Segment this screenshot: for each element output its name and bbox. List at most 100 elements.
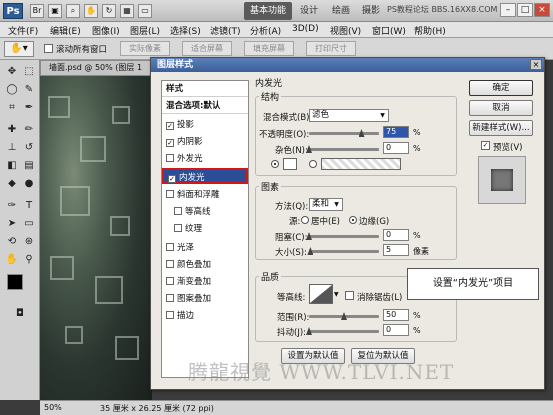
type-tool-icon[interactable]: T xyxy=(21,198,37,214)
clone-stamp-tool-icon[interactable]: ⊥ xyxy=(4,140,20,156)
jitter-slider[interactable] xyxy=(306,327,379,335)
print-size-button[interactable]: 打印尺寸 xyxy=(306,41,356,56)
preview-checkbox[interactable]: ✓ xyxy=(481,141,490,150)
blend-mode-select[interactable]: 滤色 ▼ xyxy=(309,109,389,122)
range-input[interactable]: 50 xyxy=(383,309,409,321)
workspace-tab-design[interactable]: 设计 xyxy=(294,2,324,20)
rotate-icon[interactable]: ↻ xyxy=(102,4,116,18)
zoom-icon[interactable]: ⌕ xyxy=(66,4,80,18)
dialog-close-icon[interactable]: × xyxy=(530,59,542,70)
blending-options-item[interactable]: 混合选项:默认 xyxy=(162,98,248,114)
technique-select[interactable]: 柔和 ▼ xyxy=(309,198,343,211)
cancel-button[interactable]: 取消 xyxy=(469,100,533,116)
checkbox-icon[interactable] xyxy=(166,154,174,162)
gradient-radio[interactable] xyxy=(309,160,317,168)
menu-file[interactable]: 文件(F) xyxy=(8,24,38,37)
minimize-icon[interactable]: – xyxy=(500,3,516,17)
menu-image[interactable]: 图像(I) xyxy=(92,24,120,37)
contour-picker[interactable] xyxy=(309,284,333,304)
chevron-down-icon[interactable]: ▼ xyxy=(334,291,339,298)
noise-slider[interactable] xyxy=(306,145,379,153)
checkbox-icon[interactable] xyxy=(166,243,174,251)
style-item-inner-glow[interactable]: ✓ 内发光 xyxy=(162,168,248,184)
menu-select[interactable]: 选择(S) xyxy=(170,24,201,37)
styles-header[interactable]: 样式 xyxy=(162,81,248,97)
zoom-tool-icon[interactable]: ⚲ xyxy=(21,252,37,268)
checkbox-icon[interactable] xyxy=(174,207,182,215)
menu-analysis[interactable]: 分析(A) xyxy=(250,24,281,37)
source-center-radio[interactable] xyxy=(301,216,309,224)
crop-tool-icon[interactable]: ⌗ xyxy=(4,100,20,116)
lasso-tool-icon[interactable]: ◯ xyxy=(4,82,20,98)
glow-color-swatch[interactable] xyxy=(283,158,297,170)
checkbox-icon[interactable] xyxy=(166,277,174,285)
healing-brush-tool-icon[interactable]: ✚ xyxy=(4,122,20,138)
style-item-contour[interactable]: 等高线 xyxy=(162,204,248,220)
arrange-icon[interactable]: ▦ xyxy=(120,4,134,18)
size-input[interactable]: 5 xyxy=(383,244,409,256)
3d-camera-tool-icon[interactable]: ⊛ xyxy=(21,234,37,250)
scroll-all-checkbox[interactable] xyxy=(44,44,53,53)
fit-screen-button[interactable]: 适合屏幕 xyxy=(182,41,232,56)
marquee-tool-icon[interactable]: ⬚ xyxy=(21,64,37,80)
glow-gradient-picker[interactable] xyxy=(321,158,401,170)
eyedropper-tool-icon[interactable]: ✒ xyxy=(21,100,37,116)
quick-mask-icon[interactable]: ◘ xyxy=(12,306,28,322)
history-brush-tool-icon[interactable]: ↺ xyxy=(21,140,37,156)
checkbox-icon[interactable] xyxy=(166,294,174,302)
opacity-slider[interactable] xyxy=(309,129,379,137)
range-slider[interactable] xyxy=(309,312,379,320)
style-item-inner-shadow[interactable]: ✓ 内阴影 xyxy=(162,134,248,150)
antialias-checkbox[interactable] xyxy=(345,291,354,300)
checkbox-icon[interactable]: ✓ xyxy=(166,122,174,130)
style-item-bevel-emboss[interactable]: 斜面和浮雕 xyxy=(162,187,248,203)
workspace-tab-photography[interactable]: 摄影 xyxy=(356,2,386,20)
hand-icon[interactable]: ✋ xyxy=(84,4,98,18)
3d-rotate-tool-icon[interactable]: ⟲ xyxy=(4,234,20,250)
hand-tool-icon[interactable]: ✋ xyxy=(4,252,20,268)
new-style-button[interactable]: 新建样式(W)... xyxy=(469,120,533,136)
checkbox-icon[interactable] xyxy=(166,260,174,268)
ok-button[interactable]: 确定 xyxy=(469,80,533,96)
checkbox-icon[interactable]: ✓ xyxy=(168,175,176,183)
jitter-input[interactable]: 0 xyxy=(383,324,409,336)
style-item-satin[interactable]: 光泽 xyxy=(162,240,248,256)
style-item-color-overlay[interactable]: 颜色叠加 xyxy=(162,257,248,273)
actual-pixels-button[interactable]: 实际像素 xyxy=(120,41,170,56)
checkbox-icon[interactable] xyxy=(166,190,174,198)
maximize-icon[interactable]: □ xyxy=(517,3,533,17)
menu-window[interactable]: 窗口(W) xyxy=(372,24,406,37)
minibridge-icon[interactable]: ▣ xyxy=(48,4,62,18)
noise-input[interactable]: 0 xyxy=(383,142,409,154)
menu-view[interactable]: 视图(V) xyxy=(330,24,361,37)
style-item-stroke[interactable]: 描边 xyxy=(162,308,248,324)
foreground-color-swatch[interactable] xyxy=(7,274,23,290)
checkbox-icon[interactable] xyxy=(174,224,182,232)
brush-tool-icon[interactable]: ✏ xyxy=(21,122,37,138)
choke-slider[interactable] xyxy=(306,232,379,240)
eraser-tool-icon[interactable]: ◧ xyxy=(4,158,20,174)
move-tool-icon[interactable]: ✥ xyxy=(4,64,20,80)
style-item-gradient-overlay[interactable]: 渐变叠加 xyxy=(162,274,248,290)
close-icon[interactable]: × xyxy=(534,3,550,17)
tool-preset-hand-icon[interactable]: ✋▾ xyxy=(4,41,34,57)
menu-edit[interactable]: 编辑(E) xyxy=(50,24,81,37)
checkbox-icon[interactable] xyxy=(166,311,174,319)
style-item-outer-glow[interactable]: 外发光 xyxy=(162,151,248,167)
path-select-tool-icon[interactable]: ➤ xyxy=(4,216,20,232)
size-slider[interactable] xyxy=(307,247,379,255)
menu-layer[interactable]: 图层(L) xyxy=(130,24,160,37)
workspace-tab-painting[interactable]: 绘画 xyxy=(326,2,356,20)
screen-mode-icon[interactable]: ▭ xyxy=(138,4,152,18)
gradient-tool-icon[interactable]: ▤ xyxy=(21,158,37,174)
pen-tool-icon[interactable]: ✑ xyxy=(4,198,20,214)
fill-screen-button[interactable]: 填充屏幕 xyxy=(244,41,294,56)
shape-tool-icon[interactable]: ▭ xyxy=(21,216,37,232)
style-item-pattern-overlay[interactable]: 图案叠加 xyxy=(162,291,248,307)
blur-tool-icon[interactable]: ◆ xyxy=(4,176,20,192)
menu-3d[interactable]: 3D(D) xyxy=(292,24,319,34)
choke-input[interactable]: 0 xyxy=(383,229,409,241)
dodge-tool-icon[interactable]: ● xyxy=(21,176,37,192)
source-edge-radio[interactable] xyxy=(349,216,357,224)
solid-color-radio[interactable] xyxy=(271,160,279,168)
